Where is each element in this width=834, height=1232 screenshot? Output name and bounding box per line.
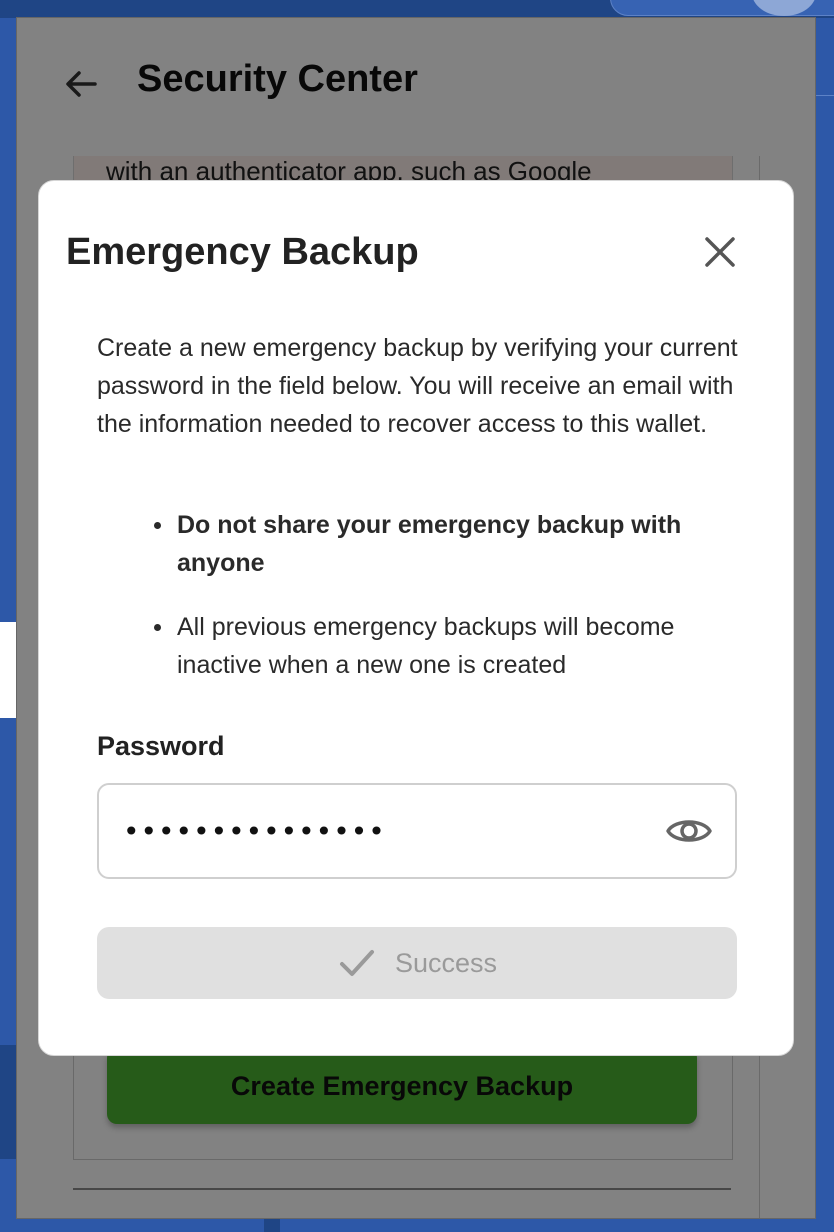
bullet-text: Do not share your emergency backup with …	[177, 511, 682, 577]
dialog-description: Create a new emergency backup by verifyi…	[97, 334, 738, 438]
password-field[interactable]: •••••••••••••••	[97, 783, 737, 879]
check-icon	[339, 950, 374, 976]
success-label: Success	[394, 947, 498, 978]
password-value[interactable]: •••••••••••••••	[123, 815, 386, 848]
bullet-dot	[154, 522, 161, 529]
close-icon[interactable]	[697, 229, 743, 275]
bullet-text: All previous emergency backups will beco…	[177, 613, 675, 679]
bullet-dot	[154, 624, 161, 631]
emergency-backup-dialog: Emergency Backup Create a new emergency …	[38, 180, 794, 1056]
background-divider	[816, 95, 834, 96]
password-label: Password	[97, 731, 225, 761]
bullet-warning: Do not share your emergency backup with …	[97, 506, 717, 582]
bullet-info: All previous emergency backups will beco…	[97, 608, 717, 684]
eye-icon[interactable]	[665, 809, 713, 853]
success-button[interactable]: Success	[97, 927, 737, 999]
dialog-title: Emergency Backup	[66, 231, 419, 273]
bullet-list: Do not share your emergency backup with …	[97, 506, 717, 710]
